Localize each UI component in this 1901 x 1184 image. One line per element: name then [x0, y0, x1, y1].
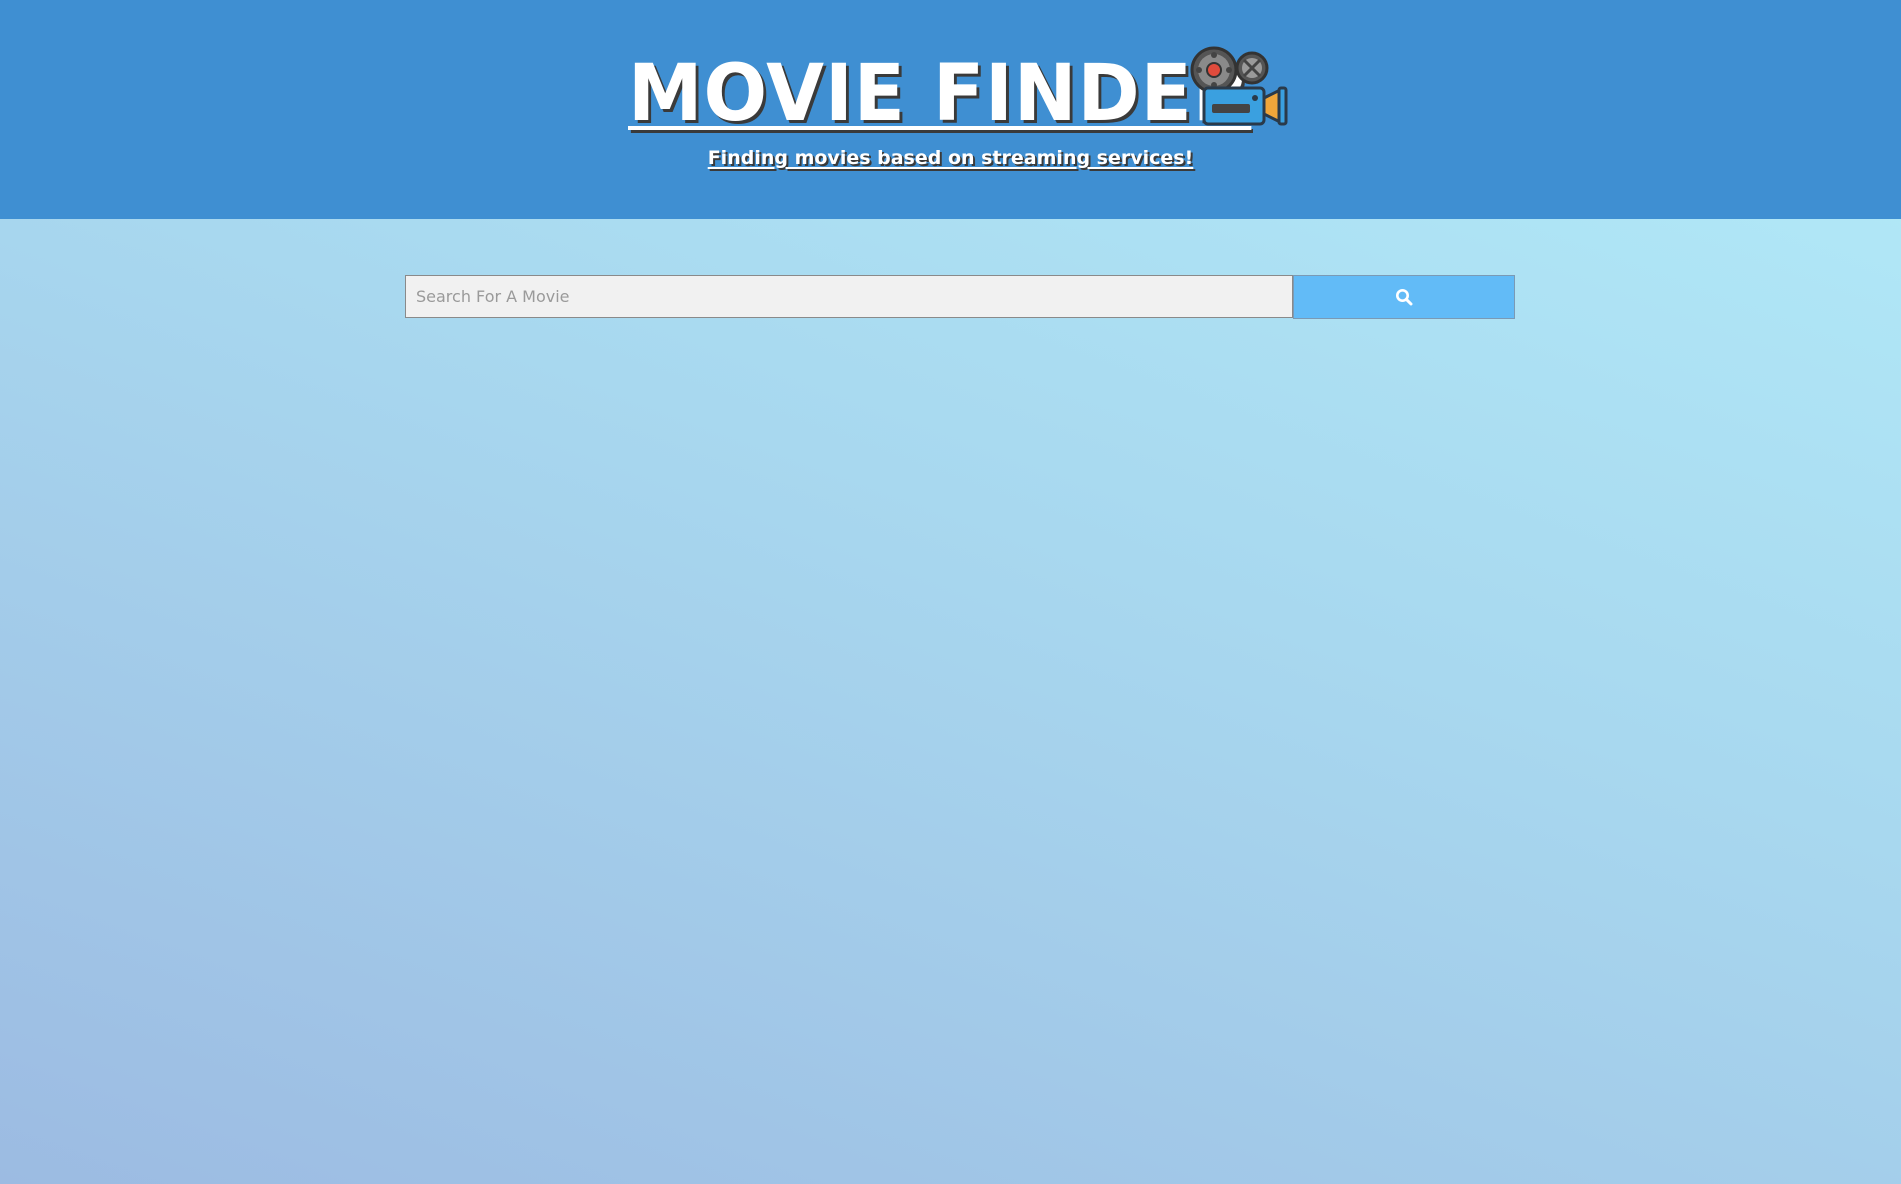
site-subtitle: Finding movies based on streaming servic… [707, 147, 1194, 169]
movie-camera-icon [1190, 46, 1288, 126]
site-title: MOVIE FINDER [628, 49, 1252, 139]
search-bar [405, 275, 1515, 319]
search-input[interactable] [405, 275, 1293, 318]
search-button[interactable] [1293, 275, 1515, 319]
title-row: MOVIE FINDER [628, 46, 1277, 136]
search-icon [1396, 289, 1413, 306]
site-header: MOVIE FINDER Finding movies based on str… [0, 0, 1901, 219]
